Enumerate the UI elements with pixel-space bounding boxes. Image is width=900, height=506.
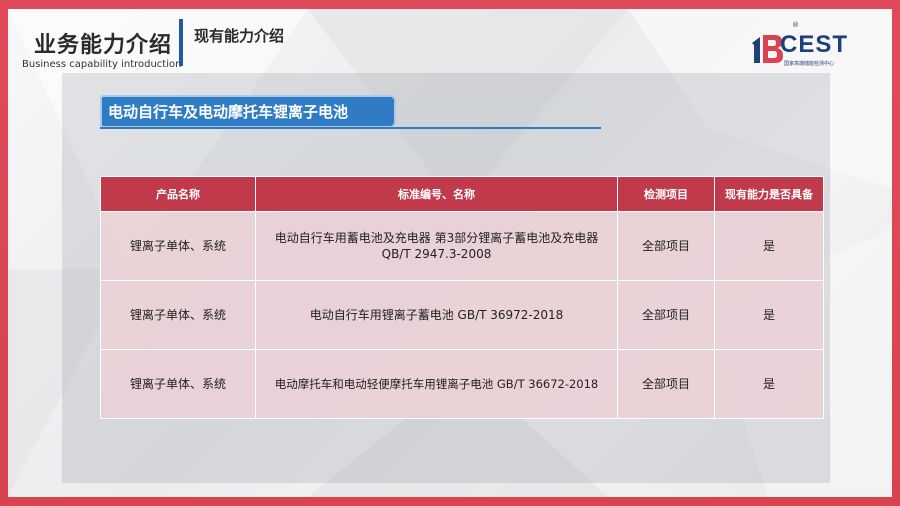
table-row: 锂离子单体、系统 电动自行车用锂离子蓄电池 GB/T 36972-2018 全部… <box>100 280 824 350</box>
header-product: 产品名称 <box>100 176 256 212</box>
cell-capable: 是 <box>714 211 824 281</box>
standard-name: 电动摩托车和电动轻便摩托车用锂离子电池 <box>274 377 494 391</box>
section-title: 现有能力介绍 <box>194 27 285 45</box>
cell-capable: 是 <box>714 349 824 419</box>
cell-product: 锂离子单体、系统 <box>100 211 256 281</box>
registered-icon: ® <box>792 21 799 29</box>
table-header-row: 产品名称 标准编号、名称 检测项目 现有能力是否具备 <box>100 176 824 212</box>
page-title: 业务能力介绍 <box>34 33 173 58</box>
table-row: 锂离子单体、系统 电动摩托车和电动轻便摩托车用锂离子电池 GB/T 36672-… <box>100 349 824 419</box>
cell-standard: 电动自行车用锂离子蓄电池 GB/T 36972-2018 <box>255 280 618 350</box>
capability-table: 产品名称 标准编号、名称 检测项目 现有能力是否具备 锂离子单体、系统 电动自行… <box>100 176 824 419</box>
topic-tab: 电动自行车及电动摩托车锂离子电池 <box>100 95 396 128</box>
cell-standard: 电动摩托车和电动轻便摩托车用锂离子电池 GB/T 36672-2018 <box>255 349 618 419</box>
standard-name: 电动自行车用蓄电池及充电器 第3部分锂离子蓄电池及充电器 <box>274 231 599 245</box>
cest-logo: ® CEST 国家高端储能检测中心 <box>748 19 878 71</box>
cell-standard: 电动自行车用蓄电池及充电器 第3部分锂离子蓄电池及充电器 QB/T 2947.3… <box>255 211 618 281</box>
header-test-items: 检测项目 <box>617 176 715 212</box>
table-row: 锂离子单体、系统 电动自行车用蓄电池及充电器 第3部分锂离子蓄电池及充电器 QB… <box>100 211 824 281</box>
title-divider <box>179 19 183 66</box>
header-standard: 标准编号、名称 <box>255 176 618 212</box>
cell-test-items: 全部项目 <box>617 349 715 419</box>
logo-name: CEST <box>780 31 849 58</box>
standard-code: GB/T 36672-2018 <box>496 377 599 391</box>
cell-product: 锂离子单体、系统 <box>100 349 256 419</box>
topic-underline <box>100 127 601 129</box>
header-capable: 现有能力是否具备 <box>714 176 824 212</box>
topic-title: 电动自行车及电动摩托车锂离子电池 <box>108 103 349 121</box>
standard-code: QB/T 2947.3-2008 <box>381 247 492 261</box>
standard-name: 电动自行车用锂离子蓄电池 <box>309 308 454 322</box>
cell-test-items: 全部项目 <box>617 280 715 350</box>
cell-capable: 是 <box>714 280 824 350</box>
page-subtitle: Business capability introduction <box>22 59 182 70</box>
standard-code: GB/T 36972-2018 <box>457 308 564 322</box>
cell-product: 锂离子单体、系统 <box>100 280 256 350</box>
cell-test-items: 全部项目 <box>617 211 715 281</box>
logo-tagline: 国家高端储能检测中心 <box>784 61 835 67</box>
